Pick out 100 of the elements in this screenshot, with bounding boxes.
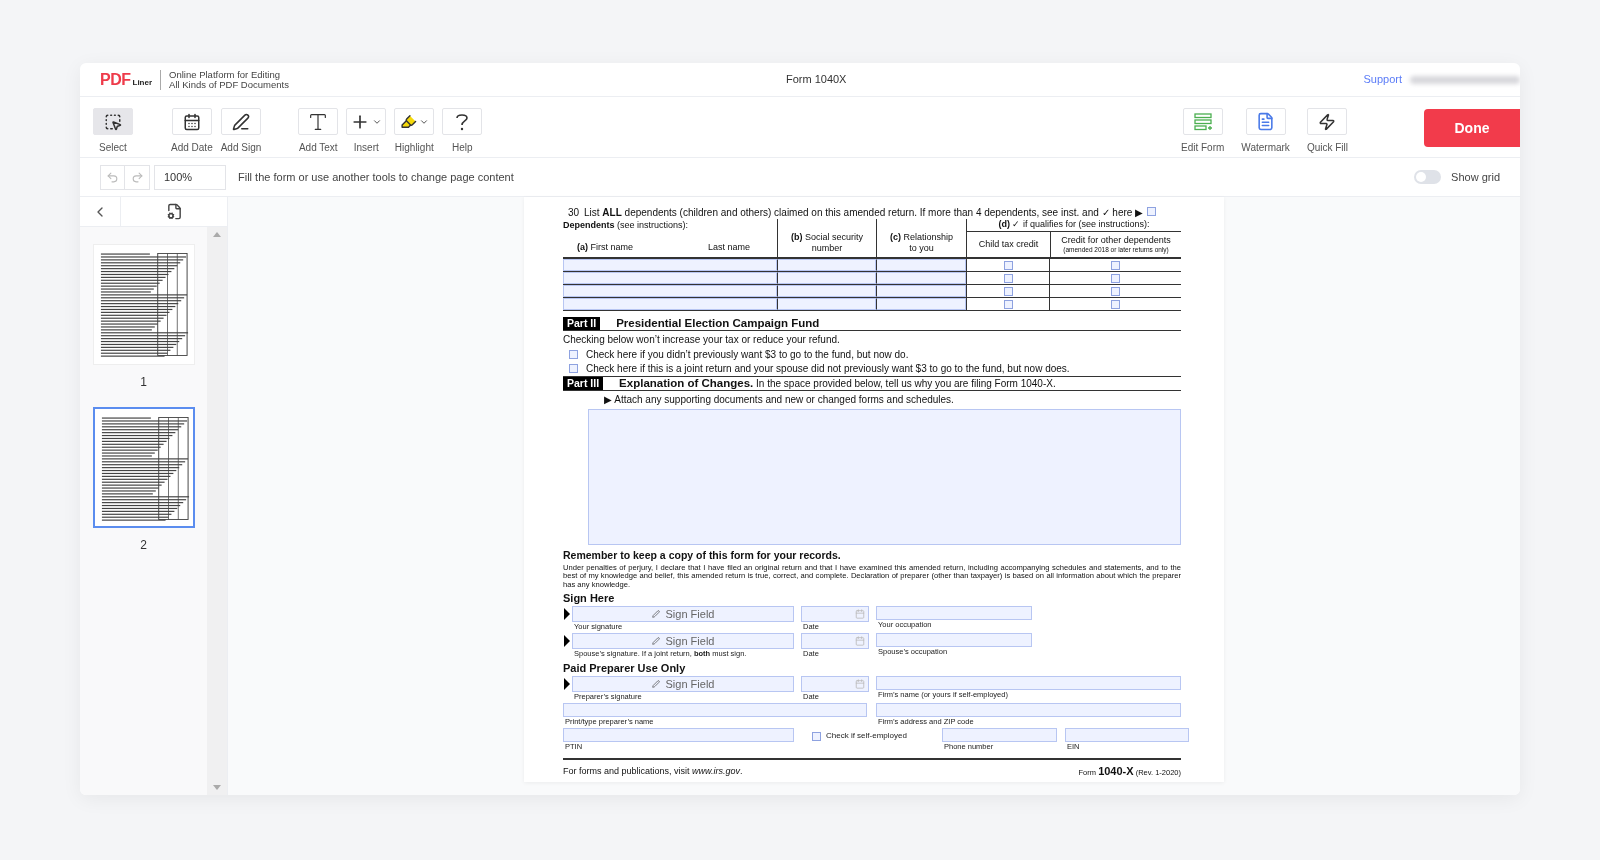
ssn-field[interactable] [777,298,876,310]
instruction-text: ▶ Attach any supporting documents and new or changed forms and schedules. [603,393,955,407]
page-number: 2 [140,537,147,554]
calendar-icon [855,609,865,620]
text-field[interactable] [876,633,1032,648]
text-field[interactable] [876,676,1181,691]
date-field[interactable] [801,676,869,693]
support-link[interactable]: Support [1363,71,1402,88]
triangle-icon [563,635,572,648]
checkbox[interactable] [1111,260,1120,270]
part-label: Part III [563,377,604,390]
pen-icon [651,610,660,619]
done-button[interactable]: Done [1424,109,1520,147]
text-field[interactable] [1065,728,1189,743]
footer-text: For forms and publications, visit www.irs.gov. [563,764,743,778]
line-number: 30 [567,205,581,220]
ssn-field[interactable] [777,285,876,297]
checkbox[interactable] [1003,260,1013,270]
field-label: Check if self-employed [826,730,907,743]
undo-button[interactable] [100,164,125,190]
calendar-icon [182,112,201,131]
date-field[interactable] [801,606,869,623]
column-header: (d) ✓ if qualifies for (see instructions): [998,218,1150,232]
section-heading: Sign Here [563,592,616,606]
page-thumbnail[interactable] [92,407,195,528]
zoom-field[interactable]: 100% [154,164,226,190]
name-field[interactable] [563,298,777,310]
text-field[interactable] [876,606,1032,621]
ssn-field[interactable] [777,272,876,284]
triangle-icon [563,608,572,621]
name-field[interactable] [563,272,777,284]
checkbox[interactable] [812,731,821,741]
redo-icon [130,170,144,184]
checkbox[interactable] [1003,286,1013,296]
checkbox[interactable] [1003,273,1013,283]
redo-button[interactable] [125,164,150,190]
checkbox[interactable] [1111,273,1120,283]
part-title: Presidential Election Campaign Fund [616,315,820,331]
table-caption: Dependents (see instructions): [563,219,690,232]
signature-field[interactable]: Sign Field [572,606,794,623]
section-heading: Paid Preparer Use Only [563,662,687,676]
checkbox[interactable] [1111,299,1120,309]
name-field[interactable] [563,285,777,297]
relationship-field[interactable] [876,259,966,271]
scroll-down-icon[interactable] [213,785,221,790]
document-title: Form 1040X [785,72,847,88]
highlighter-icon [399,113,417,130]
pen-icon [651,637,660,646]
reminder-text: Remember to keep a copy of this form for your records. [563,548,842,563]
list-plus-icon [1192,111,1213,132]
tagline: Online Platform for Editing [169,69,280,80]
part-title: Explanation of Changes. In the space provided below, tell us why you are filing Form 1040-X. [619,375,1056,391]
column-header: (c) Relationship to you [889,232,954,254]
triangle-icon [563,678,572,691]
hint-text: Fill the form or use another tools to change page content [238,169,514,185]
column-header: Last name [707,240,750,254]
checkbox-label: Check here if this is a joint return and your spouse did not previously want $3 to go to the fund, but now does. [586,362,1070,376]
explanation-field[interactable] [588,409,1181,545]
signature-field[interactable]: Sign Field [572,676,794,693]
name-field[interactable] [563,259,777,271]
text-field[interactable] [876,703,1181,718]
relationship-field[interactable] [876,285,966,297]
checkbox-label: Check here if you didn’t previously want $3 to go to the fund, but now do. [586,348,909,362]
logo-subtitle: Liner [132,77,153,88]
relationship-field[interactable] [876,272,966,284]
date-field[interactable] [801,633,869,650]
text-field[interactable] [942,728,1057,743]
line-text: List ALL dependents (children and others) claimed on this amended return. If more than 4 dependents, see inst. and ✓ here ▶ [584,205,1144,220]
column-header: (a) First name [577,240,633,254]
column-header: (b) Social security number [790,232,864,254]
page-number: 1 [140,374,147,391]
scroll-up-icon[interactable] [213,232,221,237]
calendar-icon [855,679,865,690]
ssn-field[interactable] [777,259,876,271]
text-field[interactable] [563,728,794,743]
logo: PDF [100,71,131,88]
pen-icon [232,112,250,131]
column-header: Child tax credit [978,237,1039,251]
document-gear-icon [165,203,183,220]
grid-toggle[interactable] [1414,170,1442,184]
scrollbar[interactable] [207,227,227,795]
pen-icon [651,680,660,689]
checkbox[interactable] [569,350,578,359]
toggle-label: Show grid [1451,169,1500,185]
part-label: Part II [563,317,601,330]
checkbox[interactable] [1111,286,1120,296]
tool-button[interactable]: Watermark [1241,108,1290,155]
document-icon [1256,112,1276,131]
relationship-field[interactable] [876,298,966,310]
checkbox[interactable] [569,364,578,373]
select-icon [104,112,122,131]
tagline: All Kinds of PDF Documents [169,79,289,90]
calendar-icon [855,636,865,647]
signature-field[interactable]: Sign Field [572,633,794,650]
checkbox[interactable] [1003,299,1013,309]
undo-icon [106,170,119,184]
lightning-icon [1318,112,1337,131]
note-text: Checking below won’t increase your tax or reduce your refund. [563,333,841,347]
checkbox[interactable] [1147,206,1157,216]
text-field[interactable] [563,703,867,718]
